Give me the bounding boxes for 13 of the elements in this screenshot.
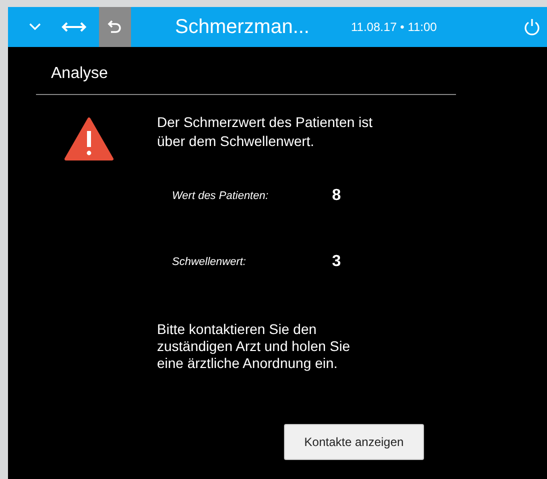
instruction-text: Bitte kontaktieren Sie den zuständigen Arzt und holen Sie eine ärztliche Anordnung ein. [157,321,352,372]
value-label: Schwellenwert: [172,256,247,268]
value-number: 3 [332,253,341,271]
alert-message: Der Schmerzwert des Patienten ist über dem Schwellenwert. [157,113,374,151]
show-contacts-button[interactable]: Kontakte anzeigen [284,424,424,460]
date-time: 11.08.17 • 11:00 [351,20,437,34]
warning-icon [64,117,114,161]
value-label: Wert des Patienten: [172,190,270,202]
value-number: 8 [332,187,341,205]
undo-icon [107,19,123,35]
section-title: Analyse [36,65,456,95]
screen-title: Schmerzman... [175,16,310,38]
undo-button[interactable] [99,7,131,47]
